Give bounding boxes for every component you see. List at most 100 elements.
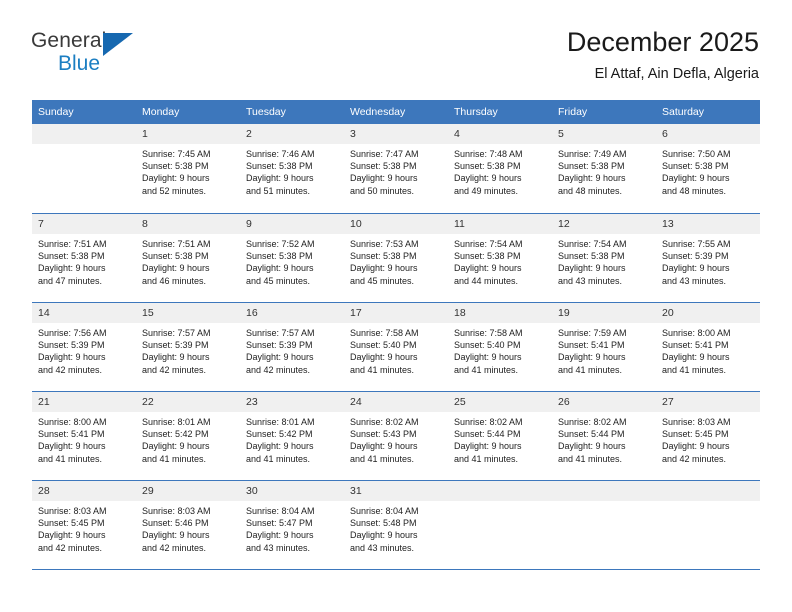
day-cell[interactable]: 28 Sunrise: 8:03 AM Sunset: 5:45 PM Dayligh…: [32, 481, 136, 569]
day-number: 7: [32, 214, 136, 234]
day-cell[interactable]: 26 Sunrise: 8:02 AM Sunset: 5:44 PM Dayligh…: [552, 392, 656, 480]
daylight-text-line2: and 42 minutes.: [142, 364, 207, 375]
sunset-text: Sunset: 5:41 PM: [662, 340, 729, 351]
day-number: 4: [448, 124, 552, 144]
day-cell[interactable]: 18 Sunrise: 7:58 AM Sunset: 5:40 PM Dayligh…: [448, 303, 552, 391]
day-cell[interactable]: 17 Sunrise: 7:58 AM Sunset: 5:40 PM Dayligh…: [344, 303, 448, 391]
day-cell[interactable]: 9 Sunrise: 7:52 AM Sunset: 5:38 PM Daylight…: [240, 214, 344, 302]
day-cell[interactable]: 19 Sunrise: 7:59 AM Sunset: 5:41 PM Dayligh…: [552, 303, 656, 391]
sunset-text: Sunset: 5:44 PM: [454, 429, 521, 440]
sunset-text: Sunset: 5:38 PM: [142, 251, 209, 262]
daylight-text-line1: Daylight: 9 hours: [662, 263, 730, 274]
sunrise-text: Sunrise: 8:01 AM: [246, 417, 315, 427]
day-number: 31: [344, 481, 448, 501]
day-cell[interactable]: 1 Sunrise: 7:45 AM Sunset: 5:38 PM Daylight…: [136, 124, 240, 213]
daylight-text-line1: Daylight: 9 hours: [350, 352, 418, 363]
day-cell[interactable]: 16 Sunrise: 7:57 AM Sunset: 5:39 PM Dayligh…: [240, 303, 344, 391]
day-cell[interactable]: 24 Sunrise: 8:02 AM Sunset: 5:43 PM Dayligh…: [344, 392, 448, 480]
day-number: [448, 481, 552, 501]
sunset-text: Sunset: 5:38 PM: [246, 161, 313, 172]
sunset-text: Sunset: 5:38 PM: [350, 251, 417, 262]
page-title: December 2025: [566, 27, 759, 57]
day-cell[interactable]: 20 Sunrise: 8:00 AM Sunset: 5:41 PM Dayligh…: [656, 303, 760, 391]
day-sun-info: Sunrise: 7:57 AM Sunset: 5:39 PM Daylight:…: [136, 323, 240, 376]
week-row: 7 Sunrise: 7:51 AM Sunset: 5:38 PM Daylight…: [32, 213, 760, 302]
daylight-text-line1: Daylight: 9 hours: [38, 441, 106, 452]
sunset-text: Sunset: 5:38 PM: [350, 161, 417, 172]
day-number: 11: [448, 214, 552, 234]
sunset-text: Sunset: 5:42 PM: [246, 429, 313, 440]
day-cell[interactable]: 11 Sunrise: 7:54 AM Sunset: 5:38 PM Dayligh…: [448, 214, 552, 302]
day-cell[interactable]: 12 Sunrise: 7:54 AM Sunset: 5:38 PM Dayligh…: [552, 214, 656, 302]
day-number: 23: [240, 392, 344, 412]
day-cell[interactable]: 10 Sunrise: 7:53 AM Sunset: 5:38 PM Dayligh…: [344, 214, 448, 302]
weekday-header-tuesday: Tuesday: [246, 106, 286, 118]
day-cell[interactable]: 23 Sunrise: 8:01 AM Sunset: 5:42 PM Dayligh…: [240, 392, 344, 480]
sunset-text: Sunset: 5:38 PM: [558, 251, 625, 262]
day-cell[interactable]: 31 Sunrise: 8:04 AM Sunset: 5:48 PM Dayligh…: [344, 481, 448, 569]
sunrise-text: Sunrise: 8:00 AM: [662, 328, 731, 338]
day-cell[interactable]: 7 Sunrise: 7:51 AM Sunset: 5:38 PM Daylight…: [32, 214, 136, 302]
weekday-header-monday: Monday: [142, 106, 180, 118]
day-sun-info: Sunrise: 7:50 AM Sunset: 5:38 PM Daylight:…: [656, 144, 760, 197]
day-cell[interactable]: 30 Sunrise: 8:04 AM Sunset: 5:47 PM Dayligh…: [240, 481, 344, 569]
day-cell[interactable]: 29 Sunrise: 8:03 AM Sunset: 5:46 PM Dayligh…: [136, 481, 240, 569]
day-sun-info: Sunrise: 7:45 AM Sunset: 5:38 PM Daylight:…: [136, 144, 240, 197]
daylight-text-line1: Daylight: 9 hours: [350, 441, 418, 452]
day-number: [656, 481, 760, 501]
day-number: 3: [344, 124, 448, 144]
sunset-text: Sunset: 5:39 PM: [662, 251, 729, 262]
day-sun-info: Sunrise: 8:03 AM Sunset: 5:46 PM Daylight:…: [136, 501, 240, 554]
sunset-text: Sunset: 5:41 PM: [38, 429, 105, 440]
day-number: 1: [136, 124, 240, 144]
day-sun-info: Sunrise: 7:47 AM Sunset: 5:38 PM Daylight:…: [344, 144, 448, 197]
daylight-text-line1: Daylight: 9 hours: [662, 352, 730, 363]
week-row: 21 Sunrise: 8:00 AM Sunset: 5:41 PM Dayligh…: [32, 391, 760, 480]
sunrise-text: Sunrise: 7:46 AM: [246, 149, 315, 159]
day-cell[interactable]: 14 Sunrise: 7:56 AM Sunset: 5:39 PM Dayligh…: [32, 303, 136, 391]
day-cell[interactable]: 27 Sunrise: 8:03 AM Sunset: 5:45 PM Dayligh…: [656, 392, 760, 480]
sunrise-text: Sunrise: 8:00 AM: [38, 417, 107, 427]
day-cell[interactable]: 5 Sunrise: 7:49 AM Sunset: 5:38 PM Daylight…: [552, 124, 656, 213]
day-number: 24: [344, 392, 448, 412]
day-number: 21: [32, 392, 136, 412]
day-cell[interactable]: 3 Sunrise: 7:47 AM Sunset: 5:38 PM Daylight…: [344, 124, 448, 213]
sunrise-text: Sunrise: 8:04 AM: [246, 506, 315, 516]
sunset-text: Sunset: 5:42 PM: [142, 429, 209, 440]
daylight-text-line1: Daylight: 9 hours: [246, 530, 314, 541]
day-number: 25: [448, 392, 552, 412]
sunrise-text: Sunrise: 7:57 AM: [142, 328, 211, 338]
day-cell[interactable]: 21 Sunrise: 8:00 AM Sunset: 5:41 PM Dayligh…: [32, 392, 136, 480]
day-sun-info: Sunrise: 8:02 AM Sunset: 5:44 PM Daylight:…: [448, 412, 552, 465]
day-sun-info: Sunrise: 7:54 AM Sunset: 5:38 PM Daylight:…: [552, 234, 656, 287]
day-cell[interactable]: 2 Sunrise: 7:46 AM Sunset: 5:38 PM Daylight…: [240, 124, 344, 213]
daylight-text-line1: Daylight: 9 hours: [38, 530, 106, 541]
day-number: 17: [344, 303, 448, 323]
day-cell[interactable]: 25 Sunrise: 8:02 AM Sunset: 5:44 PM Dayligh…: [448, 392, 552, 480]
day-sun-info: Sunrise: 8:03 AM Sunset: 5:45 PM Daylight:…: [32, 501, 136, 554]
general-blue-logo[interactable]: General Blue: [31, 30, 151, 82]
day-cell[interactable]: 22 Sunrise: 8:01 AM Sunset: 5:42 PM Dayligh…: [136, 392, 240, 480]
sunrise-text: Sunrise: 8:02 AM: [454, 417, 523, 427]
daylight-text-line2: and 42 minutes.: [142, 542, 207, 553]
day-sun-info: Sunrise: 7:58 AM Sunset: 5:40 PM Daylight:…: [448, 323, 552, 376]
sunrise-text: Sunrise: 7:58 AM: [454, 328, 523, 338]
day-sun-info: Sunrise: 7:49 AM Sunset: 5:38 PM Daylight:…: [552, 144, 656, 197]
day-number: 30: [240, 481, 344, 501]
daylight-text-line1: Daylight: 9 hours: [454, 173, 522, 184]
daylight-text-line1: Daylight: 9 hours: [142, 263, 210, 274]
day-sun-info: Sunrise: 7:52 AM Sunset: 5:38 PM Daylight:…: [240, 234, 344, 287]
day-cell[interactable]: 13 Sunrise: 7:55 AM Sunset: 5:39 PM Dayligh…: [656, 214, 760, 302]
day-number: 18: [448, 303, 552, 323]
day-cell[interactable]: 4 Sunrise: 7:48 AM Sunset: 5:38 PM Daylight…: [448, 124, 552, 213]
day-cell[interactable]: 8 Sunrise: 7:51 AM Sunset: 5:38 PM Daylight…: [136, 214, 240, 302]
page-subtitle: El Attaf, Ain Defla, Algeria: [594, 66, 759, 82]
sunset-text: Sunset: 5:39 PM: [38, 340, 105, 351]
sunset-text: Sunset: 5:38 PM: [454, 251, 521, 262]
sunrise-text: Sunrise: 7:50 AM: [662, 149, 731, 159]
sunset-text: Sunset: 5:44 PM: [558, 429, 625, 440]
logo-text-general: General: [31, 29, 107, 52]
day-cell[interactable]: 6 Sunrise: 7:50 AM Sunset: 5:38 PM Daylight…: [656, 124, 760, 213]
day-cell[interactable]: 15 Sunrise: 7:57 AM Sunset: 5:39 PM Dayligh…: [136, 303, 240, 391]
daylight-text-line2: and 41 minutes.: [454, 364, 519, 375]
